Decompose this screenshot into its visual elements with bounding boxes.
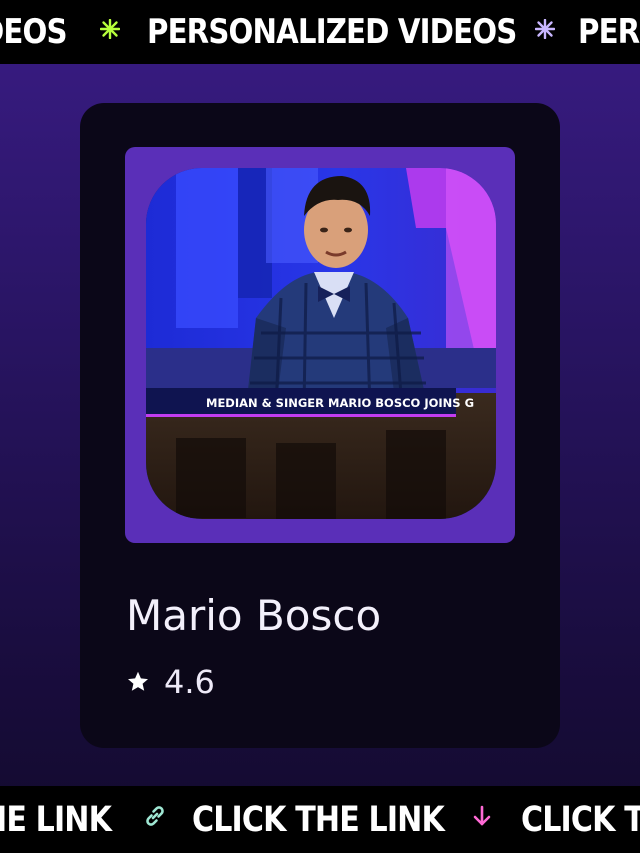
sparkle-icon bbox=[512, 18, 578, 46]
marquee-text: CLICK T bbox=[521, 799, 640, 840]
talent-name: Mario Bosco bbox=[126, 591, 382, 640]
star-icon bbox=[128, 671, 148, 691]
photo-frame: MEDIAN & SINGER MARIO BOSCO JOINS G bbox=[125, 147, 515, 543]
marquee-text: HE LINK bbox=[0, 799, 112, 840]
talent-photo[interactable]: MEDIAN & SINGER MARIO BOSCO JOINS G bbox=[146, 168, 496, 519]
bottom-marquee-banner[interactable]: HE LINK CLICK THE LINK CLICK T bbox=[0, 786, 640, 853]
sparkle-icon bbox=[73, 18, 147, 46]
link-icon bbox=[118, 803, 192, 836]
rating: 4.6 bbox=[126, 663, 215, 701]
arrow-down-icon bbox=[443, 804, 521, 835]
top-marquee-banner: DEOS PERSONALIZED VIDEOS bbox=[0, 0, 640, 64]
marquee-text: PERSONALIZED VIDEOS bbox=[146, 12, 517, 52]
marquee-text: PERS bbox=[578, 12, 640, 52]
talent-card[interactable]: MEDIAN & SINGER MARIO BOSCO JOINS G Mari… bbox=[80, 103, 560, 748]
talent-photo-illustration: MEDIAN & SINGER MARIO BOSCO JOINS G bbox=[146, 168, 496, 519]
rating-value: 4.6 bbox=[164, 663, 215, 701]
photo-caption: MEDIAN & SINGER MARIO BOSCO JOINS G bbox=[206, 396, 474, 410]
marquee-text: CLICK THE LINK bbox=[192, 799, 445, 840]
marquee-text: DEOS bbox=[0, 12, 68, 52]
